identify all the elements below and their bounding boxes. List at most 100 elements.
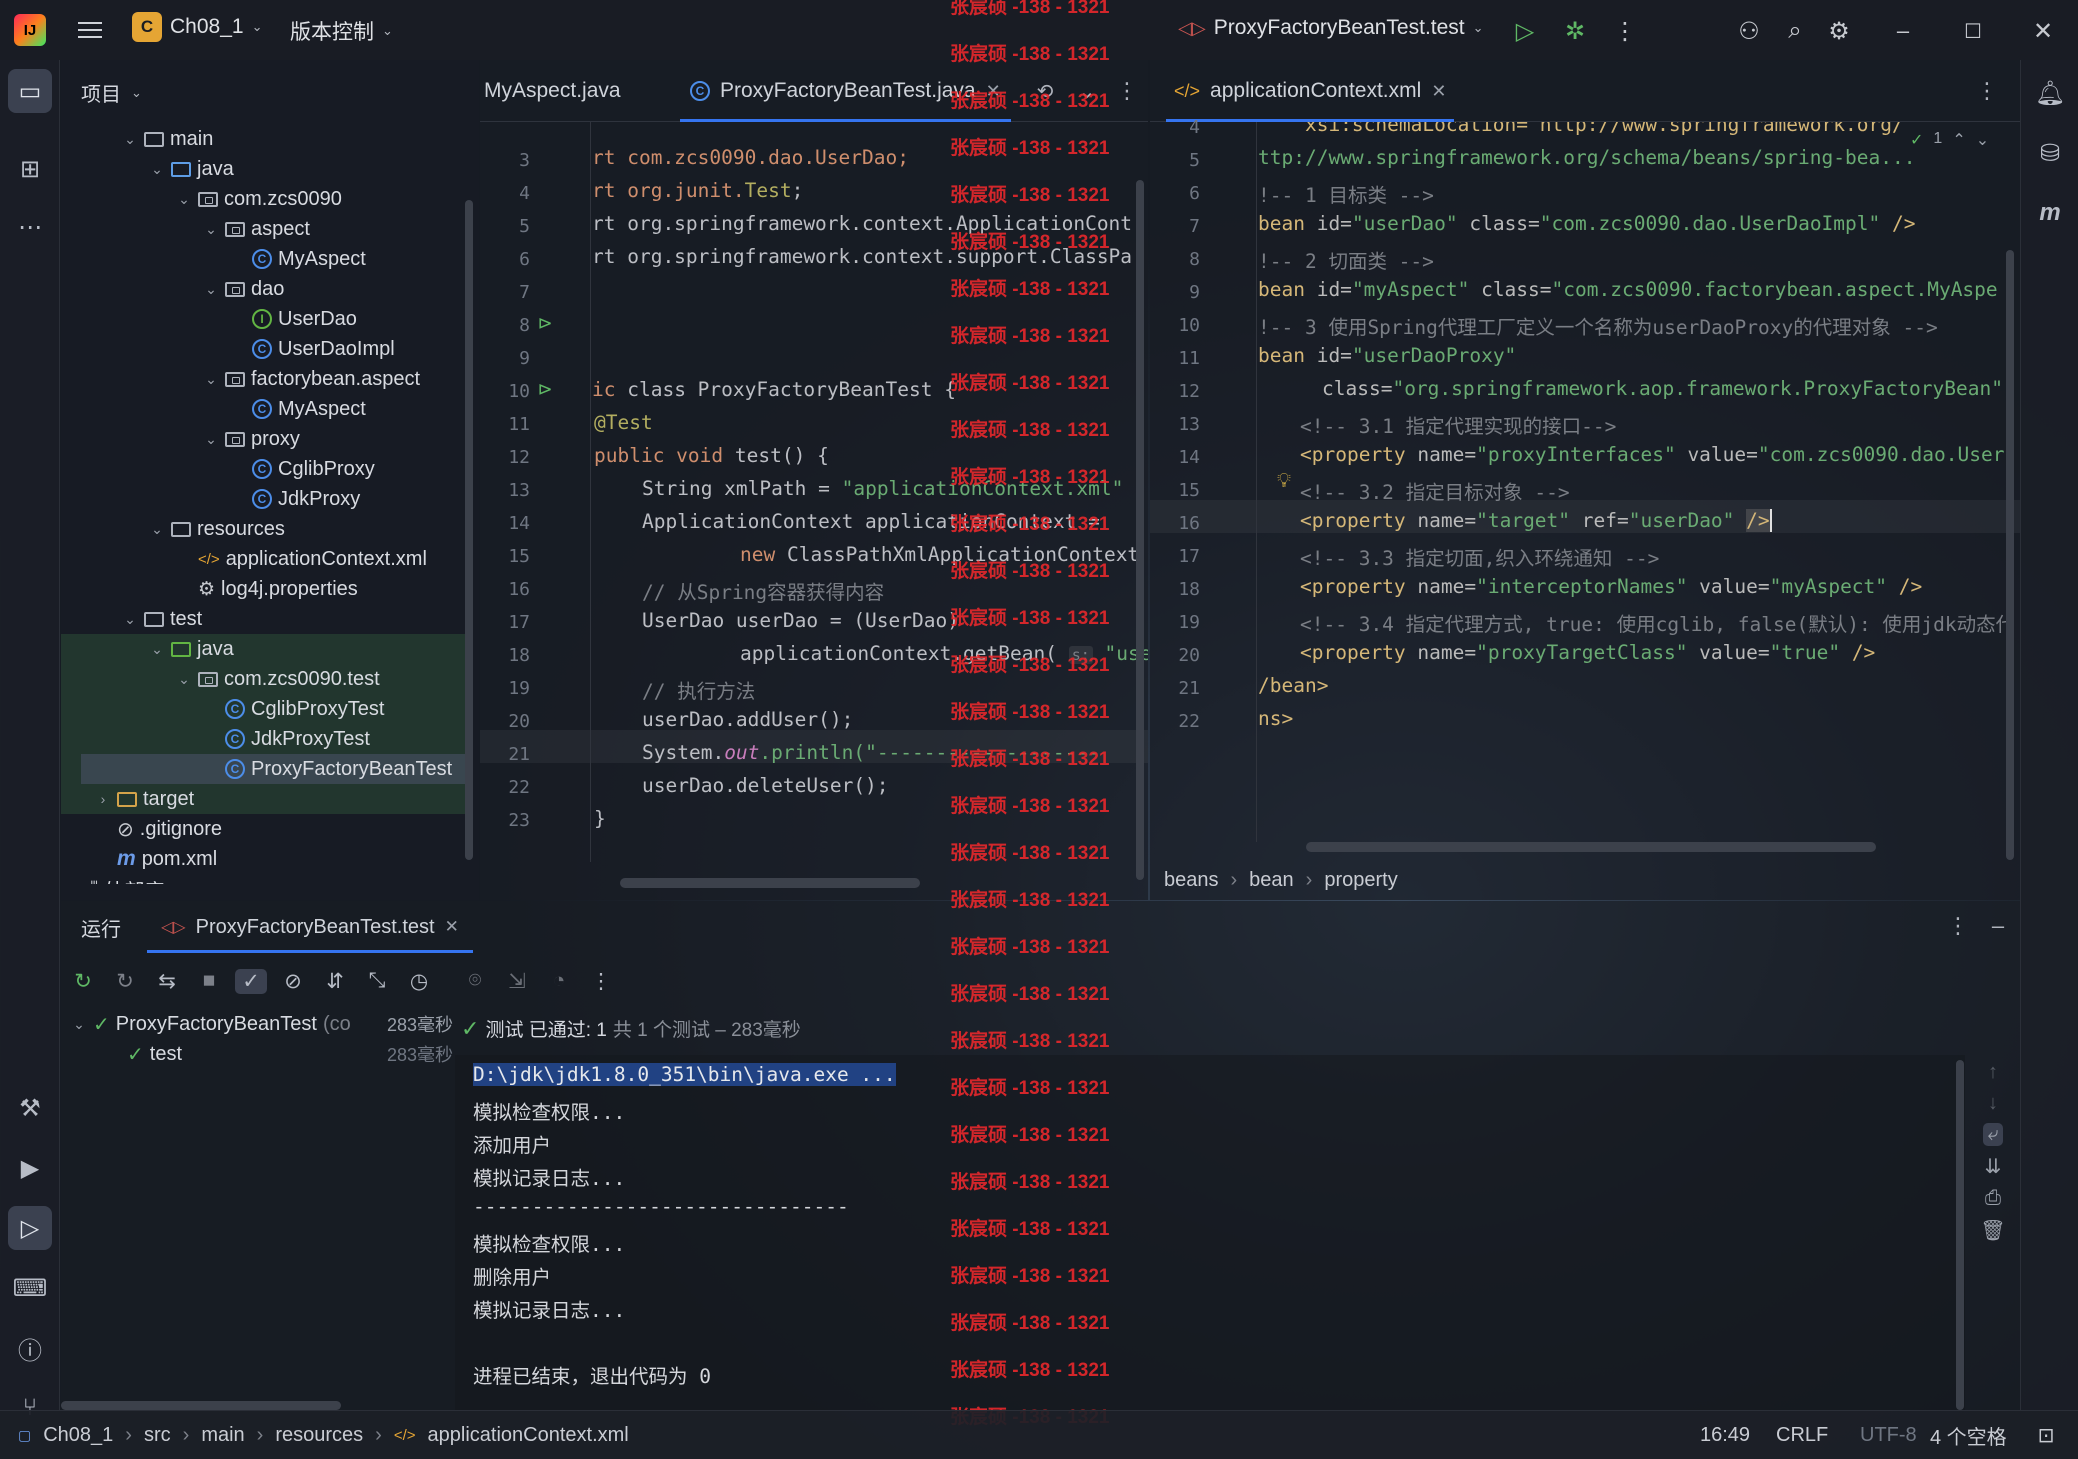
editor-more-icon[interactable]: ⋮ — [1110, 74, 1144, 108]
run-gutter-icon[interactable]: ⊳ — [532, 376, 558, 402]
tree-item[interactable]: </> applicationContext.xml — [176, 544, 427, 574]
status-breadcrumb-item[interactable]: main — [201, 1424, 244, 1447]
services-tool-icon[interactable]: ▶ — [8, 1146, 52, 1190]
scroll-up-icon[interactable]: ↑ — [1988, 1061, 1998, 1084]
debug-icon[interactable]: ✲ — [1558, 14, 1592, 48]
console-output[interactable]: D:\jdk\jdk1.8.0_351\bin\java.exe ... 模拟检查… — [455, 1055, 1965, 1410]
scroll-down-icon[interactable]: ↓ — [1988, 1092, 1998, 1115]
terminal-tool-icon[interactable]: ⌨ — [8, 1266, 52, 1310]
settings-icon[interactable]: ⚙ — [1822, 14, 1856, 48]
project-tool-icon[interactable]: ▭ — [8, 69, 52, 113]
tree-item[interactable]: ⌄ com.zcs0090 — [176, 184, 342, 214]
test-tree-child[interactable]: ✓ test 283毫秒 — [127, 1039, 453, 1069]
tab-proxyfactorybeantest[interactable]: C ProxyFactoryBeanTest.java ✕ — [680, 60, 1011, 122]
export-icon[interactable]: ⇲ — [501, 969, 533, 994]
history-icon[interactable]: ◷ — [403, 969, 435, 994]
toggle-auto-test-icon[interactable]: ⇆ — [151, 969, 183, 994]
recent-files-icon[interactable]: ⟲ — [1028, 74, 1062, 108]
status-breadcrumb-item[interactable]: Ch08_1 — [43, 1424, 113, 1447]
status-breadcrumb-item[interactable]: src — [144, 1424, 171, 1447]
collapse-icon[interactable]: ⤡ — [361, 969, 393, 993]
xml-editor-vscrollbar[interactable] — [2006, 250, 2014, 860]
problems-tool-icon[interactable]: ⓘ — [8, 1326, 52, 1370]
tree-item[interactable]: ⌄ com.zcs0090.test — [176, 664, 380, 694]
notifications-icon[interactable]: 🔔︎ — [2028, 71, 2072, 115]
print-icon[interactable]: ⎙ — [1985, 1187, 2001, 1210]
java-editor-vscrollbar[interactable] — [1136, 180, 1144, 880]
tree-scrollbar[interactable] — [465, 200, 473, 860]
run-gutter-icon[interactable]: ⊳ — [532, 310, 558, 336]
app-logo-icon[interactable]: IJ — [14, 14, 46, 46]
more-actions-icon[interactable]: ⋮ — [1608, 14, 1642, 48]
tree-item[interactable]: › target — [95, 784, 195, 814]
rerun-icon[interactable]: ↻ — [67, 969, 99, 994]
toolbar-more-icon[interactable]: ⋮ — [585, 969, 617, 994]
tree-item[interactable]: I UserDao — [230, 304, 357, 334]
run-panel-more-icon[interactable]: ⋮ — [1941, 909, 1975, 943]
tree-item[interactable]: ⌄ resources — [149, 514, 285, 544]
close-icon[interactable]: ✕ — [445, 917, 459, 937]
console-scrollbar[interactable] — [1956, 1060, 1964, 1410]
breadcrumb-item[interactable]: beans — [1164, 869, 1219, 892]
chevron-down-icon[interactable]: ⌄ — [203, 221, 219, 238]
tab-applicationcontext[interactable]: </> applicationContext.xml ✕ — [1166, 60, 1455, 122]
more-tools-icon[interactable]: ⋯ — [8, 205, 52, 249]
chevron-down-icon[interactable]: ⌄ — [203, 281, 219, 298]
breadcrumb-item[interactable]: property — [1324, 869, 1397, 892]
chevron-down-icon[interactable]: ⌄ — [122, 131, 138, 148]
tree-item[interactable]: › ⫼ 外部库 — [68, 874, 165, 885]
maven-icon[interactable]: m — [2028, 191, 2072, 235]
tree-item[interactable]: ⌄ dao — [203, 274, 284, 304]
rerun-failed-icon[interactable]: ↻ — [109, 969, 141, 994]
tree-item[interactable]: C CglibProxy — [230, 454, 375, 484]
tree-item[interactable]: C UserDaoImpl — [230, 334, 395, 364]
run-config-selector[interactable]: ◁▷ ProxyFactoryBeanTest.test ⌄ — [1178, 16, 1484, 40]
chevron-down-icon[interactable]: ⌄ — [203, 431, 219, 448]
java-code[interactable]: rt com.zcs0090.dao.UserDao; rt org.junit… — [592, 122, 1148, 862]
status-breadcrumb-item[interactable]: applicationContext.xml — [428, 1424, 629, 1447]
chevron-down-icon[interactable]: ⌄ — [149, 641, 165, 658]
minimize-icon[interactable]: – — [1886, 14, 1920, 48]
vcs-menu[interactable]: 版本控制 ⌄ — [290, 16, 393, 46]
java-editor-hscroll-thumb[interactable] — [620, 878, 920, 888]
chevron-down-icon[interactable]: ⌄ — [122, 611, 138, 628]
stop-icon[interactable]: ■ — [193, 969, 225, 993]
run-icon[interactable]: ▷ — [1508, 14, 1542, 48]
chevron-down-icon[interactable]: ⌄ — [176, 671, 192, 688]
sort-icon[interactable]: ⇵ — [319, 969, 351, 994]
soft-wrap-icon[interactable]: ⤶ — [1983, 1123, 2003, 1146]
chevron-right-icon[interactable]: › — [95, 791, 111, 807]
tree-item[interactable]: m pom.xml — [95, 844, 217, 874]
chevron-down-icon[interactable]: ⌄ — [149, 161, 165, 178]
tab-myaspect[interactable]: MyAspect.java — [484, 60, 621, 122]
tree-item[interactable]: C CglibProxyTest — [203, 694, 384, 724]
tree-item[interactable]: C JdkProxy — [230, 484, 360, 514]
chevron-right-icon[interactable]: › — [68, 881, 84, 884]
tree-item[interactable]: ⌄ main — [122, 124, 213, 154]
tree-item[interactable]: C MyAspect — [230, 394, 366, 424]
show-ignored-icon[interactable]: ⊘ — [277, 969, 309, 994]
tree-item[interactable]: ⌄ java — [149, 154, 234, 184]
test-tree-root[interactable]: ⌄ ✓ ProxyFactoryBeanTest (co 283毫秒 — [71, 1009, 453, 1039]
tree-item[interactable]: ⌄ factorybean.aspect — [203, 364, 420, 394]
line-separator[interactable]: CRLF — [1776, 1411, 1828, 1459]
tree-item[interactable]: ⚙ log4j.properties — [176, 574, 358, 604]
run-tool-icon[interactable]: ▷ — [8, 1206, 52, 1250]
database-icon[interactable]: ⛁ — [2028, 131, 2072, 175]
tree-item[interactable]: ⌄ java — [149, 634, 234, 664]
chevron-down-icon[interactable]: ⌄ — [176, 191, 192, 208]
lock-icon[interactable]: ⊡ — [2034, 1411, 2058, 1459]
add-user-icon[interactable]: ⚇ — [1732, 14, 1766, 48]
close-icon[interactable]: ✕ — [2026, 14, 2060, 48]
hide-panel-icon[interactable]: – — [1981, 909, 2015, 943]
clear-icon[interactable]: 🗑︎ — [1980, 1218, 2005, 1243]
show-passed-icon[interactable]: ✓ — [235, 968, 267, 994]
project-selector[interactable]: C Ch08_1 ⌄ — [132, 12, 262, 42]
chevron-down-icon[interactable]: ⌄ — [149, 521, 165, 538]
caret-position[interactable]: 16:49 — [1700, 1411, 1750, 1459]
breadcrumb-item[interactable]: bean — [1249, 869, 1294, 892]
close-icon[interactable]: ✕ — [986, 81, 1001, 102]
tree-item[interactable]: ⌄ test — [122, 604, 202, 634]
run-tab[interactable]: ◁▷ ProxyFactoryBeanTest.test ✕ — [147, 901, 473, 953]
tree-item[interactable]: ⌄ proxy — [203, 424, 300, 454]
